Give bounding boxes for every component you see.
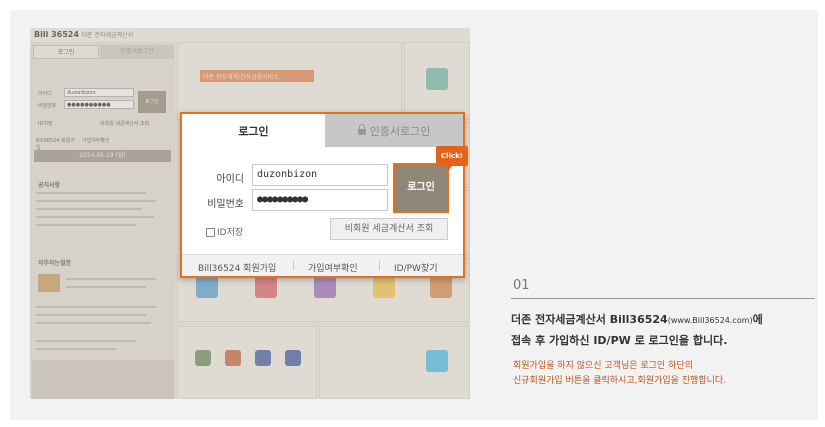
link-separator: | (292, 261, 296, 271)
id-save-checkbox[interactable]: ID저장 (206, 225, 243, 238)
step-desc-url: (www.Bill36524.com) (667, 316, 753, 325)
join-check-link[interactable]: 가입여부확인 (308, 261, 358, 274)
click-callout: Click! (436, 146, 468, 171)
step-note: 회원가입을 하지 않으신 고객님은 로그인 하단의 신규회원가입 버튼을 클릭하… (513, 359, 817, 389)
id-save-label: ID저장 (217, 228, 244, 238)
link-separator: | (378, 261, 382, 271)
checkbox-icon[interactable] (206, 228, 215, 237)
password-field[interactable]: ●●●●●●●●●● (252, 189, 388, 211)
step-desc-part2: 에 (752, 313, 763, 326)
id-field[interactable]: duzonbizon (252, 164, 388, 186)
step-description: 더존 전자세금계산서 Bill36524(www.Bill36524.com)에… (511, 310, 815, 351)
join-link[interactable]: Bill36524 회원가입 (198, 261, 276, 274)
lock-icon (357, 124, 366, 135)
login-box: 로그인 인증서로그인 아이디 duzonbizon 비밀번호 ●●●●●●●●●… (180, 112, 468, 278)
step-note-line2: 신규회원가입 버튼을 클릭하시고,회원가입을 진행합니다. (513, 376, 727, 386)
find-idpw-link[interactable]: ID/PW찾기 (394, 261, 438, 274)
tab-login[interactable]: 로그인 (182, 114, 325, 147)
nonmember-invoice-button[interactable]: 비회원 세금계산서 조회 (330, 218, 448, 240)
pw-label: 비밀번호 (207, 199, 244, 210)
step-divider (511, 298, 815, 299)
tab-cert-label: 인증서로그인 (369, 125, 431, 138)
step-number: 01 (513, 278, 530, 293)
login-button[interactable]: 로그인 (393, 163, 449, 213)
website-screenshot: Bill 36524 더존 전자세금계산서 로그인 인증서로그인 아이디 duz… (30, 28, 470, 399)
id-label: 아이디 (216, 174, 244, 185)
login-links: Bill36524 회원가입 | 가입여부확인 | ID/PW찾기 (182, 254, 463, 276)
step-note-line1: 회원가입을 하지 않으신 고객님은 로그인 하단의 (513, 361, 693, 371)
tab-cert-login[interactable]: 인증서로그인 (325, 114, 463, 147)
step-desc-line2: 접속 후 가입하신 ID/PW 로 로그인을 합니다. (511, 334, 728, 347)
step-desc-part1: 더존 전자세금계산서 Bill36524 (511, 313, 668, 326)
